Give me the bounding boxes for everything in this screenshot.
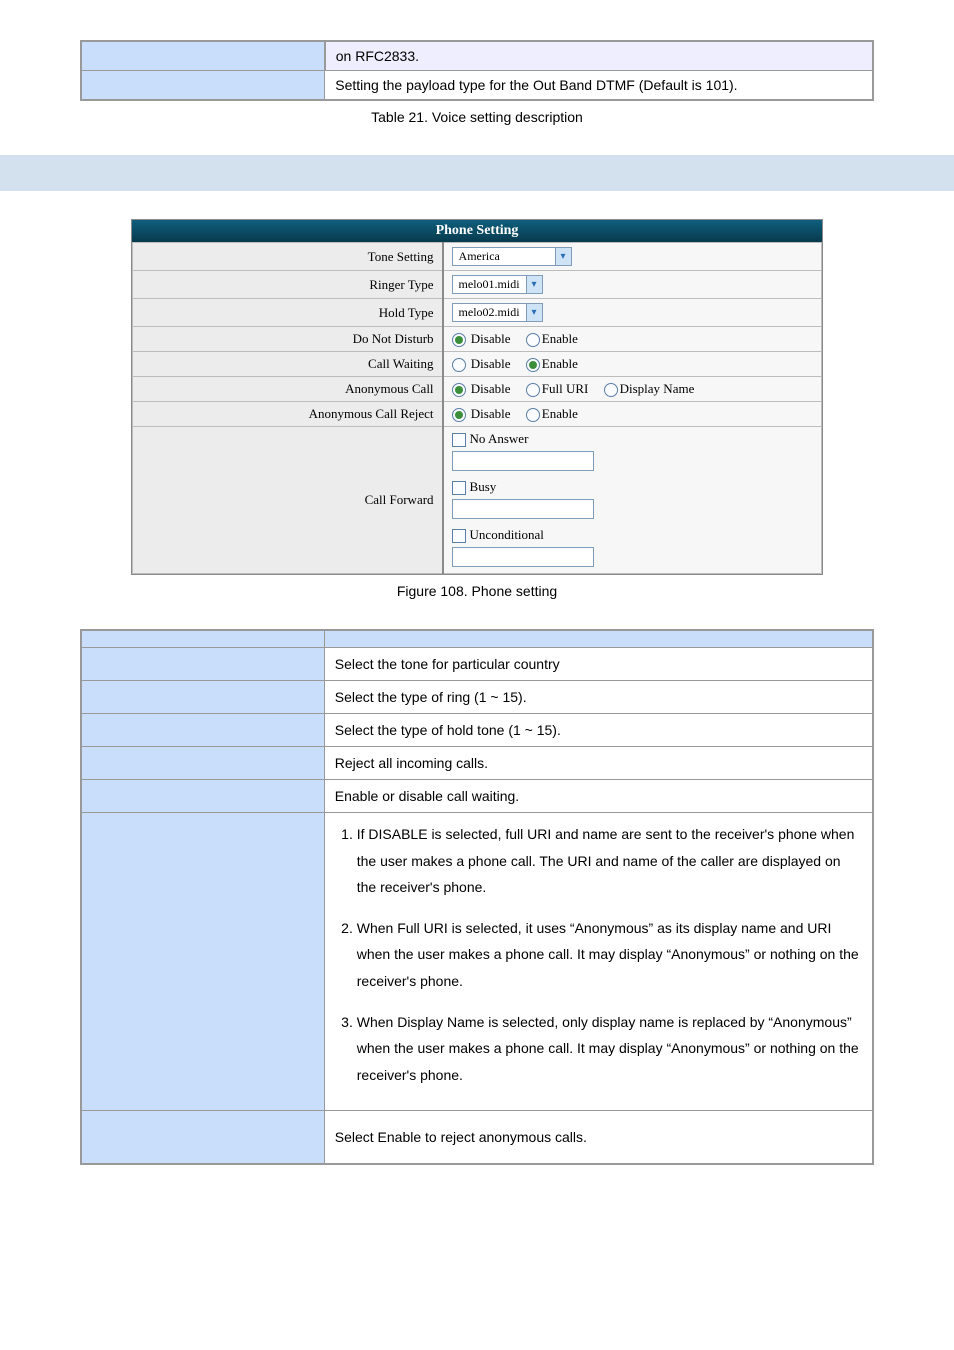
tone-setting-label: Tone Setting [133, 243, 443, 271]
cf-uncond-text: Unconditional [470, 527, 544, 542]
desc-row1-text: Select the type of ring (1 ~ 15). [324, 681, 873, 714]
dnd-label: Do Not Disturb [133, 327, 443, 352]
chevron-down-icon: ▾ [526, 304, 542, 321]
phone-setting-panel: Phone Setting Tone Setting America ▾ Rin… [131, 219, 823, 575]
anon-fulluri-radio[interactable] [526, 383, 540, 397]
dnd-disable-radio[interactable] [452, 333, 466, 347]
anon-displayname-radio[interactable] [604, 383, 618, 397]
cw-disable-text: Disable [471, 356, 511, 371]
anon-displayname-text: Display Name [620, 381, 695, 396]
cw-enable-text: Enable [542, 356, 578, 371]
phone-setting-title: Phone Setting [132, 220, 822, 242]
desc-row3-label [81, 747, 324, 780]
anonymous-call-label: Anonymous Call [133, 377, 443, 402]
description-table: Select the tone for particular country S… [80, 629, 874, 1165]
desc-row0-text: Select the tone for particular country [324, 648, 873, 681]
desc-header-c2 [324, 630, 873, 648]
desc-row0-label [81, 648, 324, 681]
cf-noanswer-text: No Answer [470, 431, 529, 446]
chevron-down-icon: ▾ [555, 248, 571, 265]
cw-enable-radio[interactable] [526, 358, 540, 372]
anon-disable-text: Disable [471, 381, 511, 396]
chevron-down-icon: ▾ [526, 276, 542, 293]
anonrej-disable-text: Disable [471, 406, 511, 421]
desc-row2-label [81, 714, 324, 747]
top-r2-text: Setting the payload type for the Out Ban… [325, 71, 873, 101]
desc-header-c1 [81, 630, 324, 648]
top-r1-text: on RFC2833. [325, 41, 873, 71]
dnd-enable-text: Enable [542, 331, 578, 346]
cf-busy-text: Busy [470, 479, 497, 494]
desc-anon-cell: If DISABLE is selected, full URI and nam… [324, 813, 873, 1111]
desc-anon-item3: When Display Name is selected, only disp… [357, 1009, 862, 1089]
desc-row1-label [81, 681, 324, 714]
desc-anon-list: If DISABLE is selected, full URI and nam… [335, 821, 862, 1088]
ringer-type-value: melo01.midi [453, 276, 526, 293]
tone-setting-select[interactable]: America ▾ [452, 247, 572, 266]
anon-reject-label: Anonymous Call Reject [133, 402, 443, 427]
anon-fulluri-text: Full URI [542, 381, 589, 396]
cf-noanswer-checkbox[interactable] [452, 433, 466, 447]
anonrej-disable-radio[interactable] [452, 408, 466, 422]
call-forward-label: Call Forward [133, 427, 443, 574]
anonrej-enable-radio[interactable] [526, 408, 540, 422]
hold-type-label: Hold Type [133, 299, 443, 327]
desc-anon-item2: When Full URI is selected, it uses “Anon… [357, 915, 862, 995]
ringer-type-label: Ringer Type [133, 271, 443, 299]
dnd-disable-text: Disable [471, 331, 511, 346]
top-small-table: on RFC2833. Setting the payload type for… [80, 40, 874, 101]
cf-noanswer-input[interactable] [452, 451, 594, 471]
desc-row4-text: Enable or disable call waiting. [324, 780, 873, 813]
desc-row4-label [81, 780, 324, 813]
section-divider-bar [0, 155, 954, 191]
anon-disable-radio[interactable] [452, 383, 466, 397]
hold-type-select[interactable]: melo02.midi ▾ [452, 303, 543, 322]
cf-uncond-input[interactable] [452, 547, 594, 567]
desc-anon-item1: If DISABLE is selected, full URI and nam… [357, 821, 862, 901]
desc-row3-text: Reject all incoming calls. [324, 747, 873, 780]
top-r1-lead [81, 41, 325, 71]
desc-anonrej-label [81, 1111, 324, 1165]
hold-type-value: melo02.midi [453, 304, 526, 321]
top-table-caption: Table 21. Voice setting description [80, 109, 874, 125]
cf-busy-checkbox[interactable] [452, 481, 466, 495]
tone-setting-value: America [453, 248, 555, 265]
anonrej-enable-text: Enable [542, 406, 578, 421]
call-waiting-label: Call Waiting [133, 352, 443, 377]
top-r2-lead [81, 71, 325, 101]
ringer-type-select[interactable]: melo01.midi ▾ [452, 275, 543, 294]
desc-anon-label [81, 813, 324, 1111]
dnd-enable-radio[interactable] [526, 333, 540, 347]
desc-row2-text: Select the type of hold tone (1 ~ 15). [324, 714, 873, 747]
figure-caption: Figure 108. Phone setting [80, 583, 874, 599]
desc-anonrej-text: Select Enable to reject anonymous calls. [324, 1111, 873, 1165]
cf-uncond-checkbox[interactable] [452, 529, 466, 543]
cf-busy-input[interactable] [452, 499, 594, 519]
cw-disable-radio[interactable] [452, 358, 466, 372]
